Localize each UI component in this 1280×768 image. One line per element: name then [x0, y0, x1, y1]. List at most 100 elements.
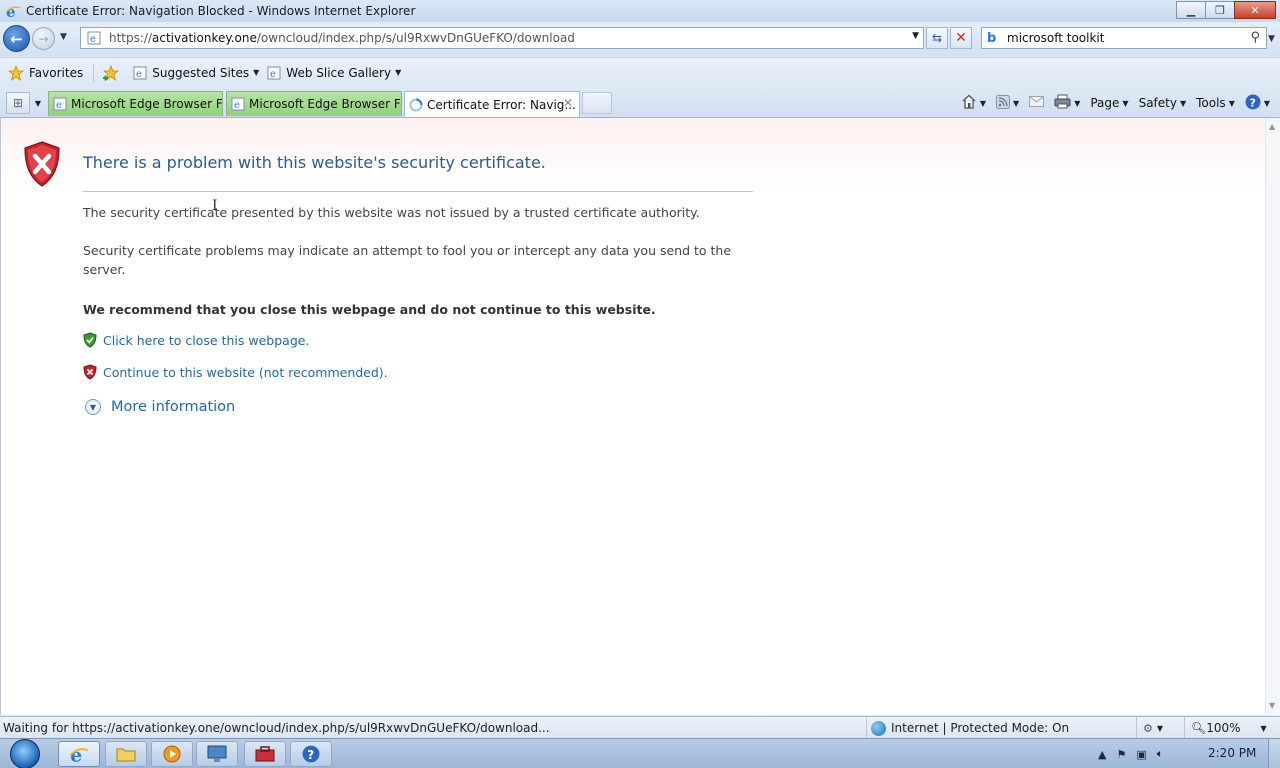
suggested-sites-label: Suggested Sites	[152, 65, 250, 80]
action-center-flag-icon[interactable]: ⚑	[1116, 748, 1126, 761]
search-icon[interactable]: ⚲	[1250, 30, 1260, 45]
protected-mode-options[interactable]: ⚙ ▼	[1136, 717, 1163, 739]
bing-icon: b	[987, 30, 997, 46]
page-menu[interactable]: Page ▼	[1090, 96, 1128, 110]
close-tab-icon[interactable]: ✕	[563, 96, 573, 110]
ie-page-icon: e	[231, 97, 245, 111]
security-zone[interactable]: Internet | Protected Mode: On	[866, 717, 1069, 739]
chevron-down-icon: ▼	[1013, 98, 1020, 108]
zone-label: Internet | Protected Mode: On	[891, 721, 1070, 735]
close-webpage-link[interactable]: Click here to close this webpage.	[103, 333, 309, 348]
tab-label: Microsoft Edge Browser Fe...	[249, 97, 402, 111]
tab-edge-2[interactable]: e Microsoft Edge Browser Fe...	[226, 91, 402, 116]
safety-menu[interactable]: Safety ▼	[1139, 96, 1187, 110]
continue-to-website-link[interactable]: Continue to this website (not recommende…	[103, 365, 388, 380]
minimize-button[interactable]: ▁	[1176, 1, 1206, 19]
more-information-toggle[interactable]: ▼ More information	[85, 399, 235, 415]
url-prefix: https://	[109, 31, 153, 45]
recommendation-text: We recommend that you close this webpage…	[83, 302, 656, 317]
show-hidden-icons-icon[interactable]: ▲	[1098, 748, 1106, 761]
chevron-down-icon: ▼	[85, 399, 101, 415]
status-bar: Waiting for https://activationkey.one/ow…	[0, 716, 1280, 739]
taskbar-ie-button[interactable]: e	[58, 741, 100, 767]
print-button[interactable]: ▼	[1054, 94, 1080, 112]
page-title: There is a problem with this website's s…	[83, 153, 546, 172]
search-box[interactable]: b ⚲	[981, 27, 1267, 49]
taskbar-toolbox-button[interactable]	[244, 741, 286, 767]
new-tab-button[interactable]	[582, 92, 612, 114]
page-icon: e	[85, 29, 103, 47]
help-icon: ?	[1245, 94, 1261, 113]
chevron-down-icon: ▼	[1228, 98, 1235, 108]
ie-page-icon: e	[133, 66, 147, 80]
svg-text:?: ?	[1249, 96, 1255, 109]
command-bar: ▼ ▼ ▼ Page ▼ Safety ▼ Tools ▼ ? ▼	[951, 91, 1270, 115]
home-button[interactable]: ▼	[961, 94, 986, 112]
url-text[interactable]: https://activationkey.one/owncloud/index…	[109, 31, 575, 45]
tab-edge-1[interactable]: e Microsoft Edge Browser Fe...	[48, 91, 223, 116]
tab-row: ⊞ ▼ e Microsoft Edge Browser Fe... e Mic…	[0, 88, 1280, 117]
chevron-down-icon: ▼	[395, 68, 402, 77]
favorites-label: Favorites	[29, 65, 84, 80]
title-divider	[83, 191, 753, 192]
windows-logo-icon	[10, 739, 40, 768]
recent-pages-dropdown[interactable]: ▼	[60, 32, 67, 42]
quick-tabs-button[interactable]: ⊞	[6, 92, 30, 114]
refresh-button[interactable]: ⇆	[926, 27, 948, 49]
address-dropdown-icon[interactable]: ▼	[912, 31, 919, 41]
green-shield-icon	[83, 332, 97, 348]
suggested-sites-button[interactable]: e Suggested Sites ▼	[133, 62, 259, 84]
web-slice-gallery-button[interactable]: e Web Slice Gallery ▼	[267, 62, 401, 84]
add-to-favorites-bar-button[interactable]	[102, 62, 125, 84]
address-bar[interactable]: e https://activationkey.one/owncloud/ind…	[80, 27, 924, 49]
mail-icon	[1029, 96, 1045, 110]
network-icon[interactable]: ▣	[1136, 748, 1146, 761]
scroll-down-icon[interactable]: ▼	[1269, 701, 1275, 710]
svg-text:?: ?	[307, 748, 314, 762]
scroll-up-icon[interactable]: ▲	[1269, 122, 1275, 131]
loading-spinner-icon	[409, 98, 423, 112]
continue-row: Continue to this website (not recommende…	[83, 364, 388, 380]
window-controls: ▁ ❐ ✕	[1176, 1, 1276, 19]
search-input[interactable]	[1007, 31, 1237, 45]
volume-muted-icon[interactable]: 🔈︎	[1157, 747, 1164, 761]
back-button[interactable]: ←	[3, 25, 30, 52]
title-bar: e Certificate Error: Navigation Blocked …	[0, 0, 1280, 22]
taskbar-explorer-button[interactable]	[105, 741, 147, 767]
favorites-button[interactable]: Favorites	[8, 62, 83, 84]
ie-logo-icon: e	[69, 745, 89, 764]
stop-button[interactable]: ✕	[950, 27, 972, 49]
zoom-control[interactable]: 🔍︎ 100% ▼	[1184, 717, 1267, 739]
vertical-scrollbar[interactable]: ▲ ▼	[1265, 118, 1280, 714]
more-information-link[interactable]: More information	[111, 399, 235, 415]
help-menu[interactable]: ? ▼	[1245, 94, 1270, 113]
tab-certificate-error[interactable]: Certificate Error: Navig... ✕	[404, 91, 580, 117]
ie-logo-icon: e	[4, 2, 22, 20]
favorites-bar: Favorites e Suggested Sites ▼ e Web Slic…	[0, 57, 1280, 87]
red-shield-icon	[83, 364, 97, 380]
close-window-button[interactable]: ✕	[1234, 1, 1276, 19]
tab-list-dropdown[interactable]: ▼	[32, 92, 44, 114]
zoom-level: 100%	[1206, 721, 1241, 735]
taskbar-help-button[interactable]: ?	[290, 741, 332, 767]
taskbar-remote-desktop-button[interactable]	[196, 741, 238, 767]
start-button[interactable]	[6, 739, 44, 768]
refresh-icon: ⇆	[931, 31, 943, 45]
window-title: Certificate Error: Navigation Blocked - …	[26, 4, 416, 18]
feeds-button[interactable]: ▼	[996, 94, 1020, 112]
forward-button[interactable]: →	[32, 27, 55, 50]
show-desktop-button[interactable]	[1268, 739, 1280, 768]
search-options-dropdown[interactable]: ▼	[1268, 34, 1275, 44]
chevron-down-icon: ▼	[1179, 98, 1187, 108]
read-mail-button[interactable]	[1029, 96, 1045, 110]
taskbar-media-player-button[interactable]	[151, 741, 193, 767]
svg-text:e: e	[234, 100, 240, 111]
ie-page-icon: e	[267, 66, 281, 80]
chevron-down-icon: ▼	[1074, 98, 1081, 108]
status-text: Waiting for https://activationkey.one/ow…	[3, 720, 550, 735]
text-cursor-icon: I	[212, 198, 218, 214]
taskbar-clock[interactable]: 2:20 PM	[1208, 746, 1256, 760]
taskbar: e ? ▲ ⚑ ▣ 🔈︎ 2:20 PM	[0, 738, 1280, 768]
tools-menu[interactable]: Tools ▼	[1196, 96, 1235, 110]
restore-button[interactable]: ❐	[1205, 1, 1235, 19]
